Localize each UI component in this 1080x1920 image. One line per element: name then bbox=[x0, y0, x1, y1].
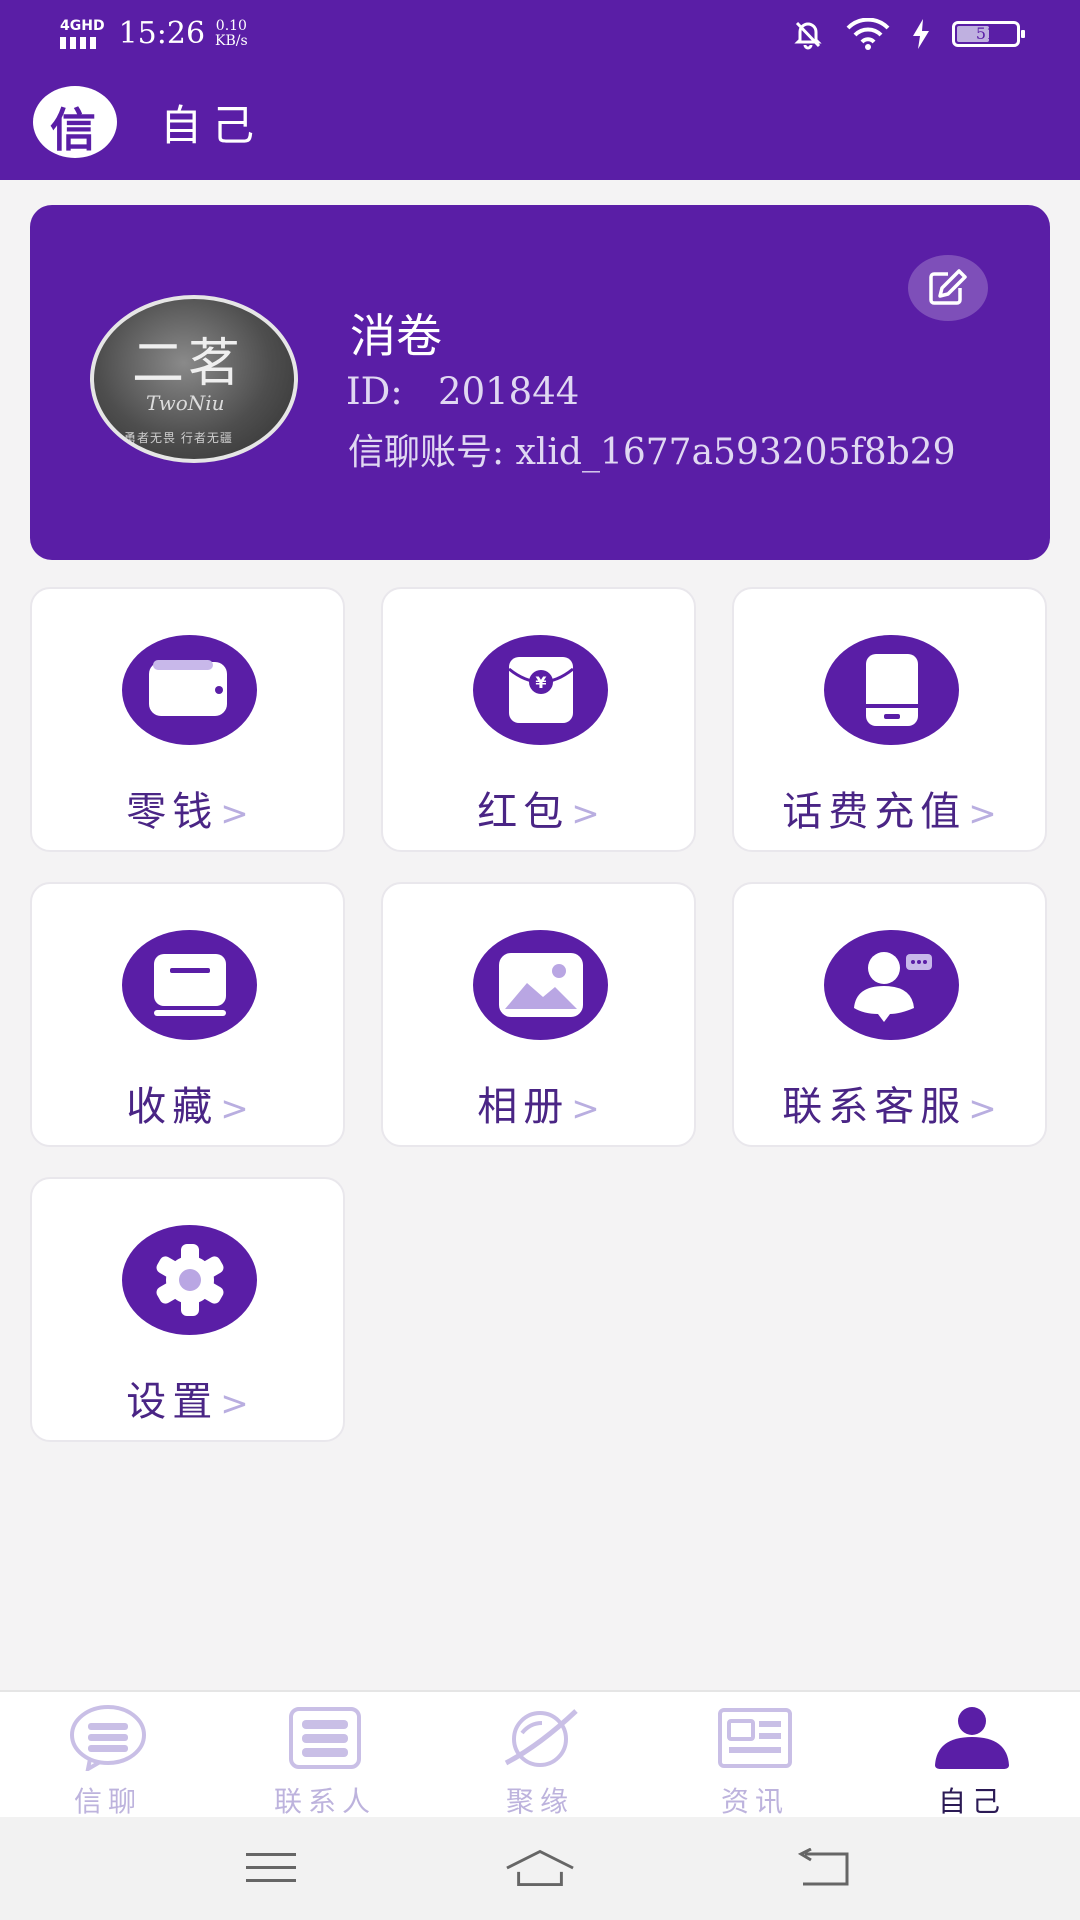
battery-icon: 51 bbox=[952, 21, 1025, 47]
chat-icon bbox=[33, 1702, 183, 1774]
id-value: 201844 bbox=[438, 370, 580, 413]
tab-discover[interactable]: 聚缘 bbox=[465, 1702, 615, 1820]
speed-unit: KB/s bbox=[215, 32, 248, 49]
menu-item-album[interactable]: 相册> bbox=[381, 882, 696, 1147]
wallet-icon bbox=[122, 635, 257, 745]
signal-icon bbox=[60, 36, 105, 49]
contacts-icon bbox=[250, 1702, 400, 1774]
bottom-nav: 信聊 联系人 聚缘 资讯 自己 bbox=[0, 1690, 1080, 1820]
app-bar: 信 自己 bbox=[0, 70, 1080, 180]
menu-label-wallet: 零钱 bbox=[126, 789, 219, 835]
album-icon bbox=[473, 930, 608, 1040]
menu-label-customer-service: 联系客服 bbox=[782, 1084, 967, 1130]
chevron-right-icon: > bbox=[220, 1089, 249, 1129]
network-speed: 0.10 KB/s bbox=[215, 17, 248, 49]
menu-label-red-packet: 红包 bbox=[477, 789, 570, 835]
profile-id: ID: 201844 bbox=[346, 370, 579, 413]
network-type: 4GHD bbox=[60, 17, 105, 34]
settings-icon bbox=[122, 1225, 257, 1335]
tab-discover-label: 聚缘 bbox=[505, 1785, 574, 1818]
tab-news-label: 资讯 bbox=[720, 1785, 789, 1818]
wifi-icon bbox=[846, 18, 890, 50]
account-label: 信聊账号: bbox=[348, 432, 505, 473]
charging-icon bbox=[913, 19, 929, 49]
menu-button[interactable] bbox=[236, 1845, 306, 1891]
news-icon bbox=[680, 1702, 830, 1774]
planet-icon bbox=[465, 1702, 615, 1774]
chevron-right-icon: > bbox=[968, 1089, 997, 1129]
battery-level: 51 bbox=[975, 24, 997, 43]
red-packet-icon: ¥ bbox=[473, 635, 608, 745]
chevron-right-icon: > bbox=[571, 794, 600, 834]
back-button[interactable] bbox=[788, 1845, 858, 1891]
profile-name: 消卷 bbox=[350, 309, 442, 363]
avatar[interactable]: 二茗 TwoNiu 勇者无畏 行者无疆 bbox=[90, 295, 298, 463]
chevron-right-icon: > bbox=[968, 794, 997, 834]
id-label: ID: bbox=[346, 370, 403, 413]
chevron-right-icon: > bbox=[220, 1384, 249, 1424]
tab-me-label: 自己 bbox=[937, 1785, 1006, 1818]
bookmark-icon bbox=[122, 930, 257, 1040]
tab-news[interactable]: 资讯 bbox=[680, 1702, 830, 1820]
account-value: xlid_1677a593205f8b29 bbox=[515, 432, 956, 473]
profile-card[interactable]: 二茗 TwoNiu 勇者无畏 行者无疆 消卷 ID: 201844 信聊账号: … bbox=[30, 205, 1050, 560]
menu-label-phone-recharge: 话费充值 bbox=[782, 789, 967, 835]
home-icon bbox=[506, 1849, 574, 1886]
tab-me[interactable]: 自己 bbox=[897, 1702, 1047, 1820]
app-logo: 信 bbox=[32, 82, 118, 168]
menu-item-settings[interactable]: 设置> bbox=[30, 1177, 345, 1442]
home-button[interactable] bbox=[505, 1845, 575, 1891]
signal-indicator: 4GHD bbox=[60, 19, 105, 49]
logo-char: 信 bbox=[50, 103, 96, 157]
tab-chat-label: 信聊 bbox=[73, 1785, 142, 1818]
menu-label-settings: 设置 bbox=[126, 1379, 219, 1425]
menu-item-red-packet[interactable]: ¥ 红包> bbox=[381, 587, 696, 852]
chevron-right-icon: > bbox=[220, 794, 249, 834]
tab-chat[interactable]: 信聊 bbox=[33, 1702, 183, 1820]
clock: 15:26 bbox=[118, 16, 206, 51]
tab-contacts[interactable]: 联系人 bbox=[250, 1702, 400, 1820]
page-title: 自己 bbox=[160, 101, 265, 150]
menu-item-customer-service[interactable]: 联系客服> bbox=[732, 882, 1047, 1147]
menu-item-phone-recharge[interactable]: 话费充值> bbox=[732, 587, 1047, 852]
menu-item-favorites[interactable]: 收藏> bbox=[30, 882, 345, 1147]
mute-bell-icon bbox=[794, 21, 822, 50]
status-bar: 4GHD 15:26 0.10 KB/s 51 bbox=[0, 0, 1080, 70]
tab-contacts-label: 联系人 bbox=[273, 1785, 376, 1818]
edit-icon bbox=[929, 269, 967, 305]
system-nav-bar bbox=[0, 1817, 1080, 1920]
menu-icon bbox=[246, 1853, 296, 1882]
back-icon bbox=[797, 1848, 849, 1886]
menu-item-wallet[interactable]: 零钱> bbox=[30, 587, 345, 852]
profile-account: 信聊账号: xlid_1677a593205f8b29 bbox=[348, 423, 956, 475]
menu-label-album: 相册 bbox=[477, 1084, 570, 1130]
menu-label-favorites: 收藏 bbox=[126, 1084, 219, 1130]
customer-service-icon bbox=[824, 930, 959, 1040]
chevron-right-icon: > bbox=[571, 1089, 600, 1129]
speed-value: 0.10 bbox=[215, 17, 247, 34]
edit-profile-button[interactable] bbox=[908, 255, 988, 321]
phone-recharge-icon bbox=[824, 635, 959, 745]
profile-icon bbox=[897, 1702, 1047, 1774]
svg-text:¥: ¥ bbox=[535, 673, 546, 692]
